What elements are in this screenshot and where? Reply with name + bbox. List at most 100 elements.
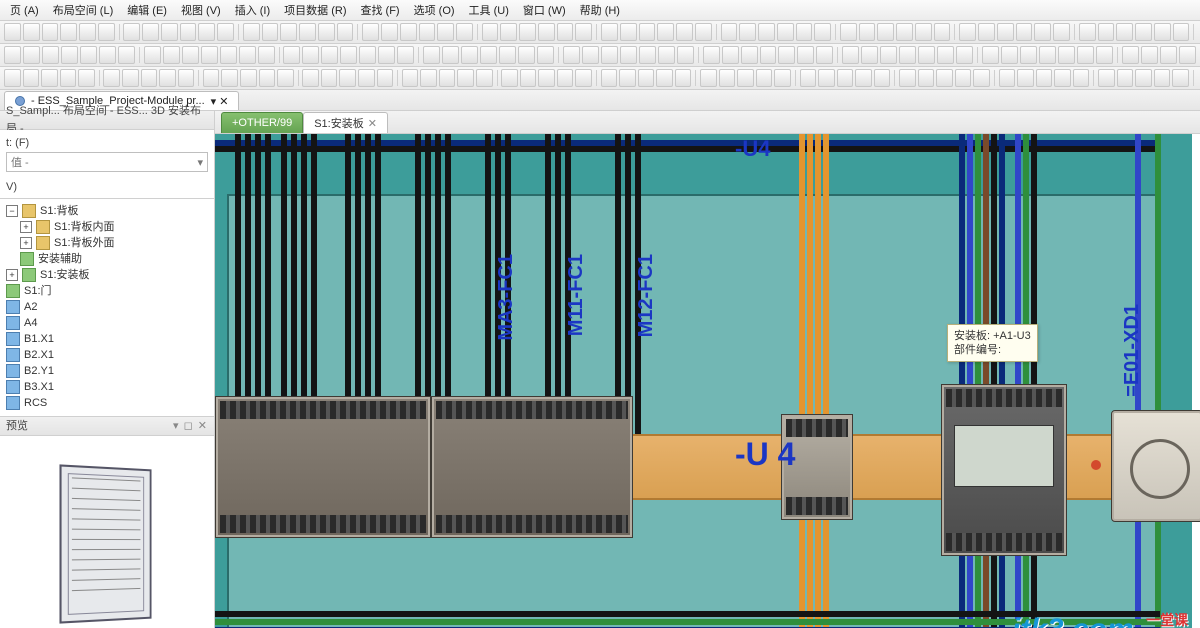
menu-item[interactable]: 工具 (U) [463,0,515,20]
close-icon[interactable]: ✕ [368,117,377,130]
toolbar-button[interactable] [877,23,894,41]
toolbar-button[interactable] [161,23,178,41]
menu-item[interactable]: 窗口 (W) [517,0,572,20]
toolbar-button[interactable] [1079,23,1096,41]
menu-item[interactable]: 项目数据 (R) [278,0,352,20]
toolbar-button[interactable] [676,23,693,41]
toolbar-button[interactable] [1058,46,1075,64]
menu-item[interactable]: 查找 (F) [354,0,405,20]
toolbar-button[interactable] [675,69,692,87]
toolbar-button[interactable] [918,46,935,64]
toolbar-button[interactable] [874,69,891,87]
toolbar-button[interactable] [656,69,673,87]
tree-node[interactable]: 安装辅助 [20,251,208,267]
toolbar-button[interactable] [203,69,220,87]
document-tab-actions[interactable]: ▾ ✕ [211,95,229,108]
toolbar-button[interactable] [859,23,876,41]
toolbar-button[interactable] [658,46,675,64]
toolbar-button[interactable] [262,23,279,41]
toolbar-button[interactable] [620,23,637,41]
toolbar-button[interactable] [480,46,497,64]
toolbar-button[interactable] [1054,69,1071,87]
toolbar-button[interactable] [159,69,176,87]
tree-node[interactable]: B2.X1 [6,347,208,363]
menu-item[interactable]: 插入 (I) [229,0,276,20]
toolbar-button[interactable] [657,23,674,41]
toolbar-button[interactable] [122,69,139,87]
toolbar-button[interactable] [500,23,517,41]
toolbar-button[interactable] [918,69,935,87]
toolbar-button[interactable] [575,23,592,41]
menu-item[interactable]: 选项 (O) [408,0,461,20]
toolbar-button[interactable] [482,23,499,41]
toolbar-button[interactable] [1154,23,1171,41]
menu-item[interactable]: 视图 (V) [175,0,227,20]
toolbar-button[interactable] [4,46,21,64]
toolbar-button[interactable] [774,69,791,87]
toolbar-button[interactable] [1141,46,1158,64]
toolbar-button[interactable] [457,69,474,87]
toolbar-button[interactable] [318,23,335,41]
toolbar-button[interactable] [280,23,297,41]
toolbar-button[interactable] [239,46,256,64]
toolbar-button[interactable] [397,46,414,64]
toolbar-button[interactable] [538,69,555,87]
toolbar-button[interactable] [337,23,354,41]
toolbar-button[interactable] [80,46,97,64]
toolbar-button[interactable] [142,23,159,41]
toolbar-button[interactable] [321,46,338,64]
toolbar-button[interactable] [259,69,276,87]
toolbar-button[interactable] [118,46,135,64]
toolbar-button[interactable] [520,69,537,87]
toolbar-button[interactable] [220,46,237,64]
toolbar-button[interactable] [299,23,316,41]
toolbar-button[interactable] [537,46,554,64]
toolbar-button[interactable] [42,46,59,64]
toolbar-button[interactable] [797,46,814,64]
toolbar-button[interactable] [217,23,234,41]
toolbar-button[interactable] [182,46,199,64]
toolbar-button[interactable] [915,23,932,41]
toolbar-button[interactable] [1135,69,1152,87]
toolbar-button[interactable] [978,23,995,41]
toolbar-button[interactable] [358,69,375,87]
toolbar-button[interactable] [601,69,618,87]
toolbar-button[interactable] [982,46,999,64]
toolbar-button[interactable] [796,23,813,41]
toolbar-button[interactable] [1096,46,1113,64]
toolbar-button[interactable] [1036,69,1053,87]
toolbar-button[interactable] [1173,23,1190,41]
toolbar-button[interactable] [23,46,40,64]
toolbar-button[interactable] [719,69,736,87]
toolbar-button[interactable] [283,46,300,64]
toolbar-button[interactable] [103,69,120,87]
toolbar-button[interactable] [973,69,990,87]
toolbar-button[interactable] [339,69,356,87]
canvas-tab-active[interactable]: S1:安装板✕ [303,112,388,133]
toolbar-button[interactable] [518,46,535,64]
toolbar-button[interactable] [777,23,794,41]
toolbar-button[interactable] [619,69,636,87]
toolbar-button[interactable] [501,69,518,87]
toolbar-button[interactable] [999,69,1016,87]
toolbar-button[interactable] [60,23,77,41]
toolbar-button[interactable] [1016,23,1033,41]
toolbar-button[interactable] [1020,46,1037,64]
canvas-tab[interactable]: +OTHER/99 [221,112,303,133]
toolbar-button[interactable] [402,69,419,87]
toolbar-button[interactable] [937,46,954,64]
toolbar-button[interactable] [340,46,357,64]
toolbar-button[interactable] [178,69,195,87]
socket-outlet[interactable] [1111,410,1200,522]
toolbar-button[interactable] [677,46,694,64]
toolbar-button[interactable] [814,23,831,41]
toolbar-button[interactable] [557,23,574,41]
toolbar-button[interactable] [997,23,1014,41]
toolbar-button[interactable] [461,46,478,64]
toolbar-button[interactable] [557,69,574,87]
filter-dropdown[interactable]: 值 -▾ [6,152,208,172]
toolbar-button[interactable] [381,23,398,41]
tree-node[interactable]: −S1:背板 [6,203,208,219]
toolbar-button[interactable] [377,69,394,87]
toolbar-button[interactable] [123,23,140,41]
